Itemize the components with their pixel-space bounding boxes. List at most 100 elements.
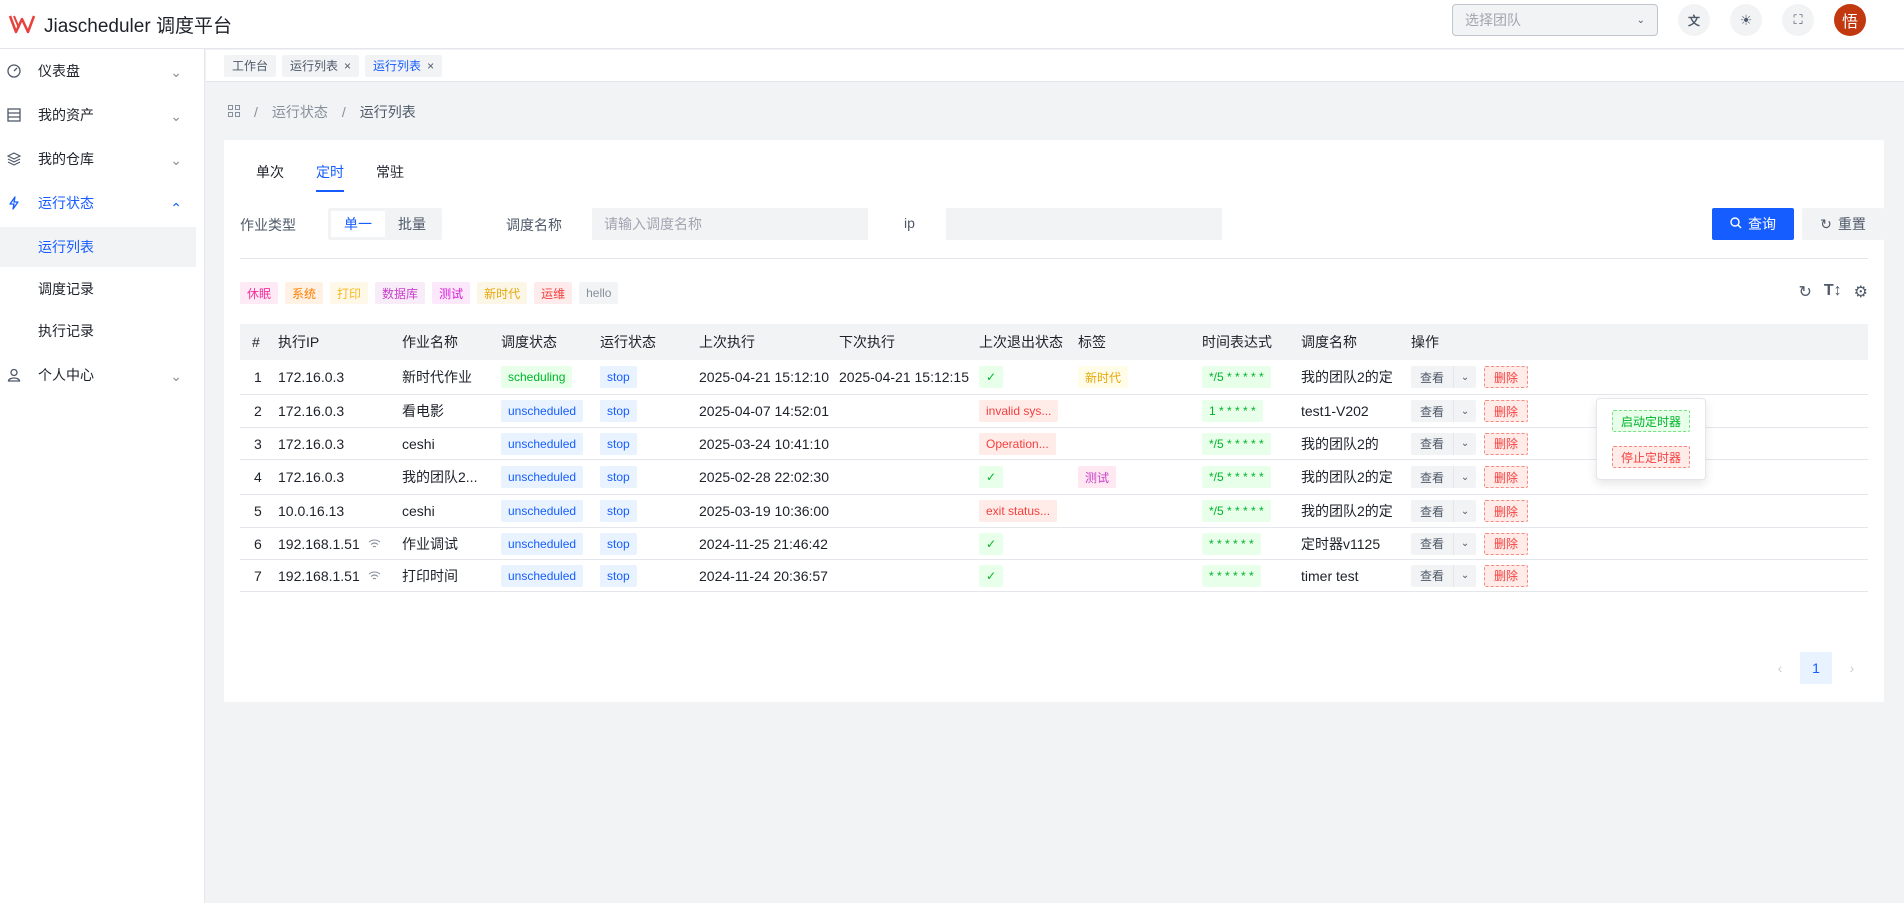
exit-status-cell: invalid sys... [979, 400, 1078, 422]
exec-ip: 192.168.1.51 [278, 567, 360, 584]
page-tab-run-list[interactable]: 运行列表 × [282, 54, 360, 77]
tag-filter-item[interactable]: 运维 [534, 282, 573, 304]
job-type-batch[interactable]: 批量 [385, 211, 439, 237]
exec-ip-cell: 10.0.16.13 [278, 503, 402, 519]
schedule-name-input[interactable]: 请输入调度名称 [592, 208, 868, 240]
tag-filter-item[interactable]: 数据库 [375, 282, 426, 304]
delete-button[interactable]: 删除 [1484, 532, 1529, 555]
check-icon: ✓ [979, 564, 1004, 587]
tag-filter-item[interactable]: 新时代 [477, 282, 528, 304]
view-button[interactable]: 查看 [1411, 564, 1455, 587]
run-status-cell: stop [600, 466, 699, 488]
pagination: ‹ 1 › [1760, 652, 1868, 684]
sidebar-subitem-exec-record[interactable]: 执行记录 [0, 311, 196, 351]
apps-icon[interactable] [228, 104, 240, 120]
view-button-group: 查看 ⌄ [1411, 432, 1477, 455]
column-header: 上次执行 [699, 334, 755, 350]
page-tab-workbench[interactable]: 工作台 [224, 54, 277, 77]
stop-timer-button[interactable]: 停止定时器 [1611, 446, 1690, 468]
schedule-name: 我的团队2的定 [1301, 369, 1393, 385]
sidebar-item-run-status[interactable]: 运行状态 ⌃ [0, 181, 204, 225]
schedule-name: test1-V202 [1301, 403, 1369, 419]
close-icon[interactable]: × [427, 59, 434, 73]
row-actions: 查看 ⌄ 删除 [1411, 400, 1571, 422]
avatar[interactable]: 悟 [1834, 4, 1866, 36]
exec-ip: 172.16.0.3 [278, 369, 345, 385]
view-button[interactable]: 查看 [1411, 432, 1455, 455]
sidebar-subitem-run-list[interactable]: 运行列表 [0, 227, 196, 267]
delete-button[interactable]: 删除 [1484, 432, 1529, 455]
delete-button[interactable]: 删除 [1484, 366, 1529, 388]
column-header: 执行IP [278, 334, 320, 350]
ip-input[interactable] [946, 208, 1222, 240]
lightning-icon [6, 195, 22, 211]
chevron-down-icon[interactable]: ⌄ [1454, 372, 1476, 383]
tag-filter-item[interactable]: 测试 [432, 282, 471, 304]
language-button[interactable]: 文 [1678, 4, 1710, 36]
view-button[interactable]: 查看 [1411, 466, 1455, 488]
sidebar-item-repository[interactable]: 我的仓库 ⌄ [0, 137, 204, 181]
chevron-down-icon[interactable]: ⌄ [1454, 438, 1476, 449]
exec-ip-cell: 172.16.0.3 [278, 369, 402, 385]
job-type-single[interactable]: 单一 [331, 211, 385, 237]
sidebar-item-dashboard[interactable]: 仪表盘 ⌄ [0, 49, 204, 93]
breadcrumb-item[interactable]: 运行状态 [272, 102, 328, 122]
row-index: 7 [254, 567, 262, 584]
fullscreen-button[interactable]: ⛶ [1782, 4, 1814, 36]
query-button[interactable]: 查询 [1712, 208, 1794, 240]
chevron-down-icon[interactable]: ⌄ [1454, 570, 1476, 581]
dashboard-icon [6, 63, 22, 79]
density-icon[interactable]: T↕ [1824, 282, 1842, 302]
page-tab-run-list-active[interactable]: 运行列表 × [365, 54, 443, 77]
next-page-icon[interactable]: › [1836, 652, 1868, 684]
start-timer-button[interactable]: 启动定时器 [1611, 410, 1690, 432]
reset-button[interactable]: ↻ 重置 [1802, 208, 1884, 240]
view-button-group: 查看 ⌄ [1411, 400, 1477, 422]
refresh-icon[interactable]: ↻ [1798, 282, 1811, 302]
tab-once[interactable]: 单次 [256, 162, 284, 190]
theme-button[interactable]: ☀ [1730, 4, 1762, 36]
table-header: # 执行IP 作业名称 调度状态 运行状态 上次执行 下次执行 上次退出状态 标签 时间表达式 调度… [240, 324, 1868, 360]
tag-cell: 测试 [1078, 466, 1202, 488]
filter-bar: 作业类型 单一 批量 调度名称 请输入调度名称 ip 查询 ↻ 重置 [240, 208, 1884, 240]
chevron-down-icon[interactable]: ⌄ [1454, 472, 1476, 483]
team-select[interactable]: 选择团队 ⌄ [1452, 4, 1658, 36]
exec-ip: 10.0.16.13 [278, 503, 345, 519]
view-button[interactable]: 查看 [1411, 400, 1455, 422]
delete-button[interactable]: 删除 [1484, 466, 1529, 488]
chevron-down-icon[interactable]: ⌄ [1454, 538, 1476, 549]
chevron-down-icon[interactable]: ⌄ [1454, 406, 1476, 417]
sidebar-subitem-schedule-record[interactable]: 调度记录 [0, 269, 196, 309]
delete-button[interactable]: 删除 [1484, 400, 1529, 422]
gear-icon[interactable]: ⚙ [1854, 282, 1868, 302]
column-header: 运行状态 [600, 334, 656, 350]
close-icon[interactable]: × [344, 59, 351, 73]
job-name: ceshi [402, 435, 435, 452]
page-number[interactable]: 1 [1800, 652, 1832, 684]
view-button[interactable]: 查看 [1411, 500, 1455, 522]
tag-filter-item[interactable]: 休眠 [240, 282, 279, 304]
tag-filter-item[interactable]: hello [579, 282, 619, 304]
column-header: 标签 [1078, 334, 1106, 350]
sidebar-item-personal[interactable]: 个人中心 ⌄ [0, 353, 204, 397]
cron-cell: */5 * * * * * [1202, 500, 1301, 522]
prev-page-icon[interactable]: ‹ [1764, 652, 1796, 684]
schedule-status-badge: unscheduled [501, 564, 584, 587]
delete-button[interactable]: 删除 [1484, 500, 1529, 522]
row-actions: 查看 ⌄ 删除 [1411, 500, 1571, 522]
view-button-group: 查看 ⌄ [1411, 366, 1477, 388]
tab-timer[interactable]: 定时 [316, 162, 344, 192]
asset-icon [6, 107, 22, 123]
chevron-down-icon[interactable]: ⌄ [1454, 506, 1476, 517]
tag-filter-item[interactable]: 打印 [330, 282, 369, 304]
view-button[interactable]: 查看 [1411, 532, 1455, 555]
app-logo[interactable]: Jiascheduler 调度平台 [8, 11, 232, 38]
delete-button[interactable]: 删除 [1484, 564, 1529, 587]
tab-resident[interactable]: 常驻 [376, 162, 404, 190]
view-button[interactable]: 查看 [1411, 366, 1455, 388]
run-status-cell: stop [600, 400, 699, 422]
tag-filter-item[interactable]: 系统 [285, 282, 324, 304]
sidebar-item-assets[interactable]: 我的资产 ⌄ [0, 93, 204, 137]
sidebar-item-label: 我的资产 [38, 107, 94, 123]
exit-status-badge: exit status... [979, 500, 1058, 522]
